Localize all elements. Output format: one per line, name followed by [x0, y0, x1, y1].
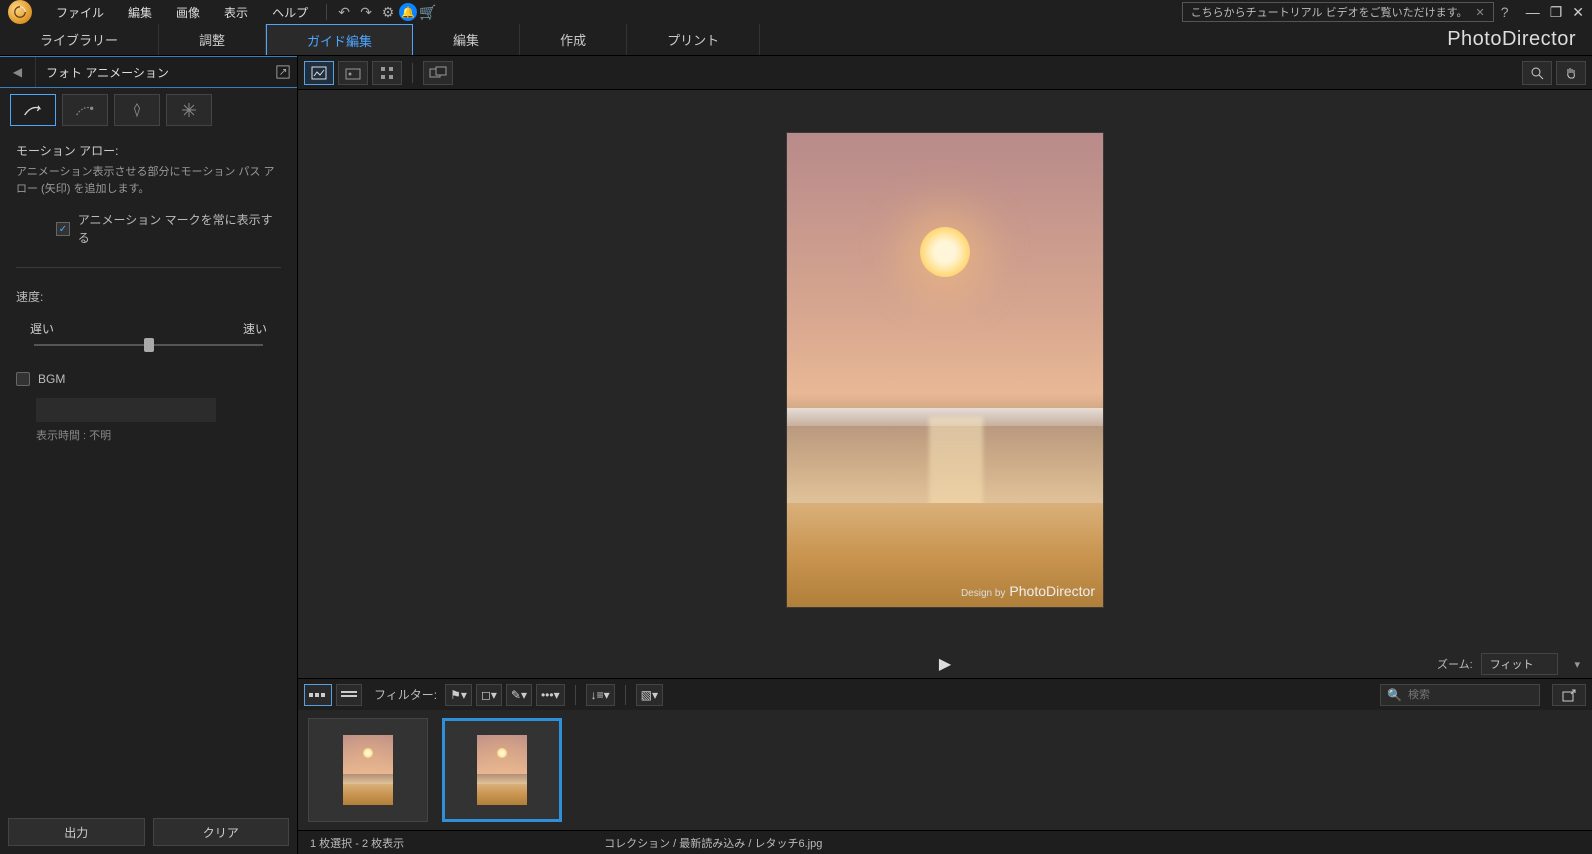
view-compare-icon[interactable] — [338, 61, 368, 85]
status-path: コレクション / 最新読み込み / レタッチ6.jpg — [604, 835, 822, 851]
playback-controls: ▶ ズーム: フィット ▾ — [298, 650, 1592, 678]
main-area: Design by PhotoDirector ▶ ズーム: フィット ▾ フィル… — [298, 56, 1592, 854]
notifications-icon[interactable]: 🔔 — [399, 3, 417, 21]
tool-pin[interactable] — [114, 94, 160, 126]
tutorial-banner[interactable]: こちらからチュートリアル ビデオをご覧いただけます。 ✕ — [1182, 2, 1494, 22]
speed-slider-thumb[interactable] — [144, 338, 154, 352]
view-grid-icon[interactable] — [372, 61, 402, 85]
tool-anchor[interactable] — [62, 94, 108, 126]
settings-icon[interactable]: ⚙ — [377, 1, 399, 23]
menu-edit[interactable]: 編集 — [116, 4, 164, 21]
tab-create[interactable]: 作成 — [520, 24, 627, 55]
watermark: Design by PhotoDirector — [961, 583, 1095, 599]
main-tabs: ライブラリー 調整 ガイド編集 編集 作成 プリント PhotoDirector — [0, 24, 1592, 56]
menu-help[interactable]: ヘルプ — [260, 4, 320, 21]
thumbnail[interactable] — [442, 718, 562, 822]
secondary-display-icon[interactable] — [423, 61, 453, 85]
redo-icon[interactable]: ↷ — [355, 1, 377, 23]
motion-arrow-title: モーション アロー: — [16, 142, 281, 160]
speed-fast-label: 速い — [243, 320, 267, 338]
menubar-divider — [326, 4, 327, 20]
show-marks-checkbox[interactable]: ✓ — [56, 222, 70, 236]
show-marks-label: アニメーション マークを常に表示する — [78, 211, 281, 247]
tab-edit[interactable]: 編集 — [413, 24, 520, 55]
pan-tool-icon[interactable] — [1556, 61, 1586, 85]
search-box[interactable]: 🔍 ✕ — [1380, 684, 1540, 706]
zoom-value: フィット — [1490, 659, 1534, 671]
close-button[interactable]: ✕ — [1572, 4, 1584, 21]
menubar: ファイル 編集 画像 表示 ヘルプ ↶ ↷ ⚙ 🔔 🛒 こちらからチュートリアル… — [0, 0, 1592, 24]
zoom-tool-icon[interactable] — [1522, 61, 1552, 85]
thumb-size-small[interactable] — [304, 684, 332, 706]
thumb-size-list[interactable] — [336, 684, 362, 706]
filter-label: フィルター: — [374, 686, 437, 703]
zoom-dropdown-icon[interactable]: ▾ — [1574, 658, 1580, 671]
tool-tabs — [0, 88, 297, 132]
help-icon[interactable]: ? — [1494, 1, 1516, 23]
left-sidebar: ◀ フォト アニメーション モーション アロー: アニメーション表示させる部分に… — [0, 56, 298, 854]
maximize-button[interactable]: ❐ — [1550, 4, 1563, 21]
filmstrip — [298, 710, 1592, 830]
watermark-prefix: Design by — [961, 588, 1005, 599]
minimize-button[interactable]: — — [1526, 4, 1540, 21]
zoom-label: ズーム: — [1437, 656, 1473, 672]
menu-image[interactable]: 画像 — [164, 4, 212, 21]
app-logo — [8, 0, 32, 24]
view-single-icon[interactable] — [304, 61, 334, 85]
play-button[interactable]: ▶ — [939, 654, 951, 674]
menu-file[interactable]: ファイル — [44, 4, 116, 21]
undo-icon[interactable]: ↶ — [333, 1, 355, 23]
tab-print[interactable]: プリント — [627, 24, 760, 55]
tool-motion-arrow[interactable] — [10, 94, 56, 126]
sidebar-footer: 出力 クリア — [0, 810, 297, 854]
watermark-brand: PhotoDirector — [1009, 583, 1095, 599]
tab-adjustment[interactable]: 調整 — [159, 24, 266, 55]
motion-arrow-description: アニメーション表示させる部分にモーション パス アロー (矢印) を追加します。 — [16, 164, 281, 197]
status-selection: 1 枚選択 - 2 枚表示 — [310, 835, 404, 851]
output-button[interactable]: 出力 — [8, 818, 145, 846]
stack-button[interactable]: ▧▾ — [636, 684, 663, 706]
tool-freeze[interactable] — [166, 94, 212, 126]
separator — [16, 267, 281, 268]
bgm-duration-label: 表示時間 : 不明 — [36, 428, 281, 445]
search-icon: 🔍 — [1387, 688, 1402, 702]
filter-label-color[interactable]: ◻▾ — [476, 684, 502, 706]
window-controls: — ❐ ✕ — [1526, 4, 1584, 21]
filter-flag[interactable]: ⚑▾ — [445, 684, 472, 706]
tab-library[interactable]: ライブラリー — [0, 24, 159, 55]
canvas[interactable]: Design by PhotoDirector — [298, 90, 1592, 650]
filter-edit[interactable]: ✎▾ — [506, 684, 532, 706]
sort-button[interactable]: ↓≡▾ — [586, 684, 615, 706]
cart-icon[interactable]: 🛒 — [417, 1, 439, 23]
tutorial-banner-text: こちらからチュートリアル ビデオをご覧いただけます。 — [1191, 4, 1468, 20]
tutorial-close-icon[interactable]: ✕ — [1475, 6, 1484, 19]
filmstrip-toolbar: フィルター: ⚑▾ ◻▾ ✎▾ •••▾ ↓≡▾ ▧▾ 🔍 ✕ — [298, 678, 1592, 710]
back-icon[interactable]: ◀ — [0, 57, 36, 87]
bgm-file-input[interactable] — [36, 398, 216, 422]
speed-slow-label: 遅い — [30, 320, 54, 338]
bgm-label: BGM — [38, 370, 65, 388]
preview-image: Design by PhotoDirector — [787, 133, 1103, 607]
zoom-select[interactable]: フィット — [1481, 653, 1559, 675]
app-title: PhotoDirector — [1431, 24, 1592, 55]
filter-rating[interactable]: •••▾ — [536, 684, 565, 706]
search-input[interactable] — [1408, 689, 1550, 701]
thumbnail[interactable] — [308, 718, 428, 822]
status-bar: 1 枚選択 - 2 枚表示 コレクション / 最新読み込み / レタッチ6.jp… — [298, 830, 1592, 854]
speed-slider[interactable] — [34, 344, 263, 346]
tab-guided-edit[interactable]: ガイド編集 — [266, 24, 413, 55]
sidebar-header: ◀ フォト アニメーション — [0, 56, 297, 88]
clear-button[interactable]: クリア — [153, 818, 290, 846]
view-toolbar — [298, 56, 1592, 90]
menu-view[interactable]: 表示 — [212, 4, 260, 21]
speed-label: 速度: — [16, 288, 281, 306]
share-button[interactable] — [1552, 684, 1586, 706]
bgm-checkbox[interactable] — [16, 372, 30, 386]
expand-icon[interactable] — [269, 65, 297, 79]
sidebar-title: フォト アニメーション — [36, 64, 269, 81]
